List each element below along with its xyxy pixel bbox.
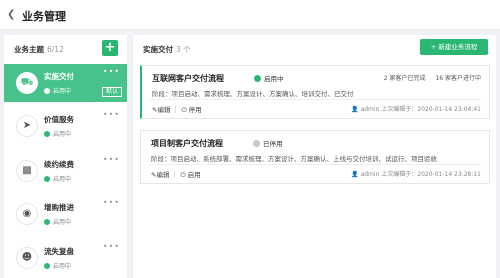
topic-status: 启用中 (44, 174, 71, 183)
flow-title: 项目制客户交付流程 (151, 139, 223, 148)
toggle-icon: ◉ (16, 203, 38, 225)
topic-name: 价值服务 (44, 115, 74, 124)
power-icon: ⏻ (181, 106, 189, 114)
flow-status: 已停用 (253, 138, 283, 148)
divider (150, 99, 481, 100)
disable-button[interactable]: ⏻ 停用 (181, 106, 201, 114)
top-bar: ❮ 业务管理 (0, 0, 500, 30)
plus-icon: + (104, 40, 116, 55)
people-icon: ☻ (16, 247, 38, 269)
flow-status: 启用中 (254, 73, 284, 83)
topic-status: 启用中 (44, 261, 71, 270)
edit-button[interactable]: ✎编辑 (151, 171, 169, 179)
power-icon: ⏻ (180, 171, 188, 179)
more-icon[interactable]: ••• (103, 242, 120, 251)
more-icon[interactable]: ••• (103, 155, 120, 164)
last-edit-meta: 👤 admin 上次编辑于：2020-01-14 23:04:41 (351, 106, 481, 113)
status-dot (254, 75, 261, 82)
flows-panel-header: 实施交付 3 个 (143, 44, 191, 55)
rocket-icon: ➤ (16, 115, 38, 137)
flows-panel-title: 实施交付 (143, 45, 173, 54)
flow-stats: 2 家客户已完成 16 家客户进行中 (374, 73, 481, 82)
more-icon[interactable]: ••• (103, 110, 120, 119)
topic-item-value-service[interactable]: ➤ 价值服务 启用中 ••• (4, 107, 127, 145)
topic-name: 增购推进 (44, 203, 74, 212)
topics-panel-title: 业务主题 (14, 45, 44, 54)
flow-stages: 阶段：项目启动、需求梳理、方案设计、方案确认、培训交付、已交付 (152, 90, 354, 98)
ticket-icon: ▩ (16, 160, 38, 182)
flow-title: 互联网客户交付流程 (152, 74, 224, 83)
flow-stages: 阶段：项目启动、系统部署、需求梳理、方案设计、方案确认、上线与交付培训、试运行、… (151, 155, 437, 163)
flows-count: 3 个 (176, 45, 191, 54)
topic-item-upsell[interactable]: ◉ 增购推进 启用中 ••• (4, 195, 127, 233)
edit-button[interactable]: ✎编辑 (152, 106, 170, 114)
add-topic-button[interactable]: + (102, 40, 118, 56)
topic-status: 启用中 (44, 86, 71, 95)
flow-card[interactable]: 项目制客户交付流程 已停用 阶段：项目启动、系统部署、需求梳理、方案设计、方案确… (140, 130, 490, 184)
topic-name: 续约续费 (44, 160, 74, 169)
topic-name: 流失复盘 (44, 247, 74, 256)
topic-name: 实施交付 (44, 72, 74, 81)
new-flow-button[interactable]: + 新建业务流程 (420, 39, 488, 55)
topics-panel-header: 业务主题 6/12 (14, 44, 64, 55)
status-dot (44, 88, 50, 94)
enable-button[interactable]: ⏻ 启用 (180, 171, 200, 179)
flow-actions: ✎编辑 ⏻ 停用 (152, 104, 202, 115)
topics-count: 6/12 (47, 45, 64, 54)
divider (149, 164, 481, 165)
flow-card[interactable]: 互联网客户交付流程 启用中 2 家客户已完成 16 家客户进行中 阶段：项目启动、… (140, 65, 490, 119)
topic-item-renewal[interactable]: ▩ 续约续费 启用中 ••• (4, 152, 127, 190)
stat-in-progress: 16 家客户进行中 (435, 75, 481, 82)
stat-done: 2 家客户已完成 (383, 75, 426, 82)
last-edit-meta: 👤 admin 上次编辑于：2020-01-14 23:28:11 (351, 171, 481, 178)
default-badge: 默认 (101, 87, 122, 97)
topic-status: 启用中 (44, 217, 71, 226)
delivery-truck-icon: ⛟ (16, 72, 38, 94)
topic-item-churn-review[interactable]: ☻ 流失复盘 启用中 ••• (4, 239, 127, 277)
status-dot (44, 131, 50, 137)
user-icon: 👤 (351, 106, 361, 113)
more-icon[interactable]: ••• (103, 198, 120, 207)
flows-panel: 实施交付 3 个 + 新建业务流程 互联网客户交付流程 启用中 2 家客户已完成 1… (133, 35, 496, 278)
status-dot (44, 263, 50, 269)
topics-panel: 业务主题 6/12 + ⛟ 实施交付 启用中 ••• 默认 ➤ 价值服务 启用中 … (4, 35, 127, 278)
status-dot (44, 176, 50, 182)
topic-item-delivery[interactable]: ⛟ 实施交付 启用中 ••• 默认 (4, 64, 127, 102)
user-icon: 👤 (351, 171, 361, 178)
more-icon[interactable]: ••• (103, 67, 120, 76)
flow-actions: ✎编辑 ⏻ 启用 (151, 169, 201, 180)
topic-status: 启用中 (44, 129, 71, 138)
page-title: 业务管理 (22, 10, 66, 23)
chevron-left-icon[interactable]: ❮ (7, 10, 17, 20)
status-dot (253, 140, 260, 147)
status-dot (44, 219, 50, 225)
